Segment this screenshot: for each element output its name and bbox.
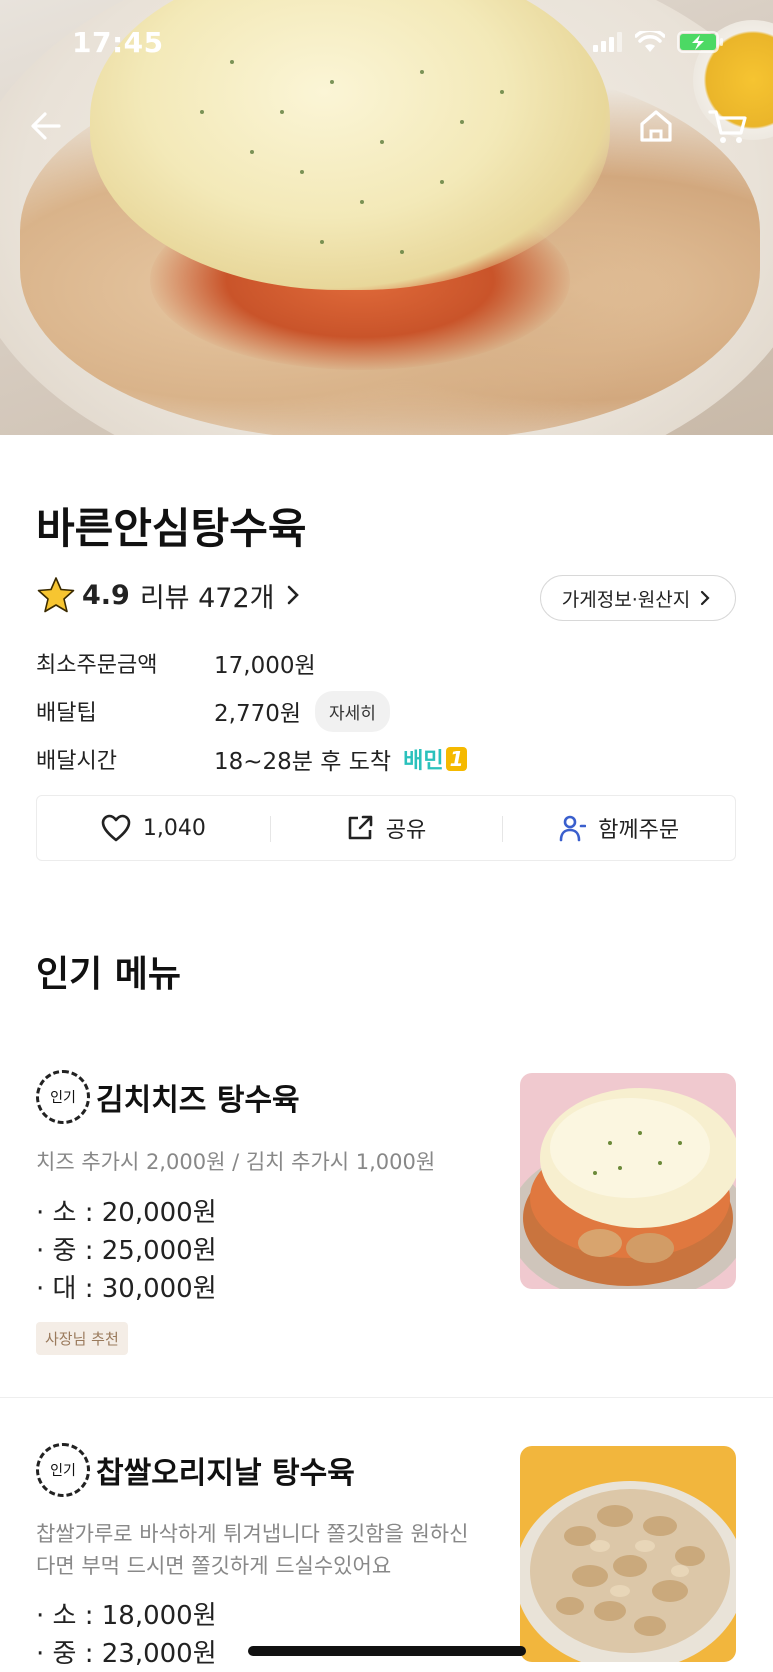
rating-row[interactable]: 4.9 리뷰 472개 xyxy=(36,575,304,615)
review-count: 리뷰 472개 xyxy=(139,582,275,614)
home-indicator[interactable] xyxy=(248,1646,526,1656)
baemin-one-digit: 1 xyxy=(445,747,468,771)
section-title: 인기 메뉴 xyxy=(36,954,182,995)
menu-name: 김치치즈 탕수육 xyxy=(96,1083,300,1118)
price-large: · 대 : 30,000원 xyxy=(36,1274,217,1304)
min-order-row: 최소주문금액 17,000원 xyxy=(36,643,316,683)
price-small: · 소 : 20,000원 xyxy=(36,1198,217,1228)
menu-name: 찹쌀오리지날 탕수육 xyxy=(96,1456,355,1491)
cart-button[interactable] xyxy=(702,100,754,152)
store-name: 바른안심탕수육 xyxy=(36,504,307,553)
chevron-right-icon xyxy=(701,590,710,606)
action-bar: 1,040 공유 함께주문 xyxy=(36,795,736,861)
star-icon xyxy=(37,577,75,613)
group-order-button[interactable]: 함께주문 xyxy=(502,796,735,860)
group-order-label: 함께주문 xyxy=(598,818,680,843)
popular-badge: 인기 xyxy=(36,1070,90,1124)
share-button[interactable]: 공유 xyxy=(269,796,503,860)
cart-icon xyxy=(708,110,747,143)
popular-badge: 인기 xyxy=(36,1443,90,1497)
menu-description: 찹쌀가루로 바삭하게 튀겨냅니다 쫄깃함을 원하신다면 부먹 드시면 쫄깃하게 … xyxy=(36,1522,469,1578)
home-button[interactable] xyxy=(630,100,682,152)
share-label: 공유 xyxy=(385,818,427,843)
back-button[interactable] xyxy=(20,100,72,152)
menu-divider xyxy=(0,1397,773,1398)
price-medium: · 중 : 23,000원 xyxy=(36,1639,217,1669)
delivery-tip-detail-button[interactable]: 자세히 xyxy=(315,690,390,732)
wifi-icon xyxy=(635,31,665,52)
cellular-signal-icon xyxy=(593,32,622,52)
delivery-time-label: 배달시간 xyxy=(36,749,117,774)
price-small: · 소 : 18,000원 xyxy=(36,1601,217,1631)
baemin-one-text: 배민 xyxy=(403,749,444,774)
delivery-tip-row: 배달팁 2,770원 자세히 xyxy=(36,690,390,732)
home-icon xyxy=(640,110,672,142)
battery-charging-icon xyxy=(677,31,723,53)
menu-title-row: 인기 찹쌀오리지날 탕수육 xyxy=(36,1443,355,1497)
status-bar: 17:45 xyxy=(0,0,773,88)
owner-recommend-tag: 사장님 추천 xyxy=(36,1322,128,1355)
status-time: 17:45 xyxy=(72,26,164,59)
baemin-one-logo: 배민 1 xyxy=(403,743,468,775)
rating-value: 4.9 xyxy=(82,579,130,611)
like-count: 1,040 xyxy=(142,815,206,841)
share-icon xyxy=(348,815,373,840)
back-arrow-icon xyxy=(31,112,61,140)
original-tangsuyuk-photo xyxy=(520,1446,736,1662)
store-info-label: 가게정보·원산지 xyxy=(561,588,691,611)
like-button[interactable]: 1,040 xyxy=(37,796,270,860)
min-order-value: 17,000원 xyxy=(214,653,316,679)
chevron-right-icon xyxy=(288,585,300,605)
delivery-time-value: 18~28분 후 도착 xyxy=(214,749,392,775)
menu-title-row: 인기 김치치즈 탕수육 xyxy=(36,1070,300,1124)
delivery-tip-value: 2,770원 xyxy=(214,701,302,727)
menu-photo xyxy=(520,1446,736,1662)
price-medium: · 중 : 25,000원 xyxy=(36,1236,217,1266)
kimchi-cheese-photo xyxy=(520,1073,736,1289)
min-order-label: 최소주문금액 xyxy=(36,653,158,678)
store-info-button[interactable]: 가게정보·원산지 xyxy=(540,575,736,621)
person-icon xyxy=(559,815,587,842)
status-icons xyxy=(593,30,725,54)
heart-icon xyxy=(101,814,131,842)
menu-description: 치즈 추가시 2,000원 / 김치 추가시 1,000원 xyxy=(36,1150,436,1174)
menu-photo xyxy=(520,1073,736,1289)
delivery-tip-label: 배달팁 xyxy=(36,701,97,726)
delivery-time-row: 배달시간 18~28분 후 도착 배민 1 xyxy=(36,739,468,779)
